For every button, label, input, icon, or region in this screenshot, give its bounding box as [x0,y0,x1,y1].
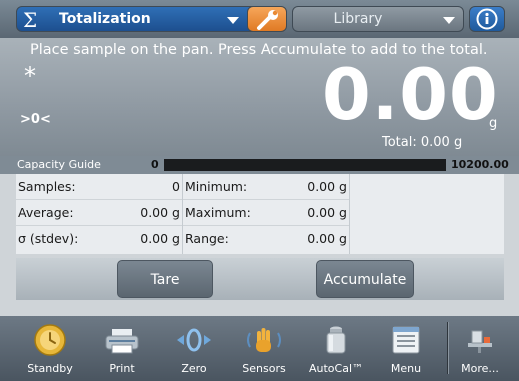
stat-value: 0.00 g [140,231,180,246]
settings-wrench-button[interactable] [247,6,287,32]
info-icon [476,8,498,30]
stat-label: Minimum: [185,179,248,194]
top-bar: Σ Totalization Library [0,0,519,38]
sensors-label: Sensors [242,362,286,375]
autocal-button[interactable]: AutoCal™ [304,316,368,381]
statistics-panel: Samples: 0 Average: 0.00 g σ (stdev): 0.… [16,174,504,254]
stat-label: σ (stdev): [18,231,79,246]
more-button[interactable]: More... [448,316,512,381]
standby-button[interactable]: Standby [18,316,82,381]
accumulate-button[interactable]: Accumulate [316,260,414,298]
weight-unit[interactable]: g [489,116,497,131]
standby-icon [34,324,66,356]
stat-label: Samples: [18,179,76,194]
stat-value: 0.00 g [307,231,347,246]
application-name: Totalization [59,11,151,27]
menu-label: Menu [390,362,422,375]
zero-label: Zero [181,362,207,375]
printer-icon [105,329,139,354]
stat-row: σ (stdev): 0.00 g [16,226,182,252]
stable-indicator: * [24,62,36,90]
more-label: More... [461,362,499,375]
capacity-min: 0 [151,158,159,171]
stat-row: Minimum: 0.00 g [183,174,349,200]
sensors-button[interactable]: Sensors [232,316,296,381]
library-label: Library [333,11,383,27]
more-icon [468,330,492,353]
bottom-toolbar: Standby Print Zero Sensors AutoCal™ Menu… [0,316,519,381]
stat-row: Average: 0.00 g [16,200,182,226]
capacity-guide: Capacity Guide 0 10200.00 [0,156,519,174]
scale-screen: Σ Totalization Library Place sample on t… [0,0,519,381]
wrench-icon [257,10,278,30]
chevron-down-icon [443,17,455,24]
stat-label: Average: [18,205,74,220]
stat-row: Maximum: 0.00 g [183,200,349,226]
stat-row: Samples: 0 [16,174,182,200]
zero-indicator: >0< [20,112,51,127]
sigma-icon: Σ [23,8,38,32]
stats-column-right: Minimum: 0.00 g Maximum: 0.00 g Range: 0… [183,174,350,254]
standby-label: Standby [27,362,73,375]
calibration-weight-icon [326,326,346,354]
menu-button[interactable]: Menu [374,316,438,381]
stat-value: 0 [172,179,180,194]
capacity-max: 10200.00 [451,158,509,171]
stat-label: Range: [185,231,229,246]
application-select[interactable]: Σ Totalization [16,6,262,32]
weight-readout: 0.00 [322,54,499,136]
print-label: Print [109,362,135,375]
autocal-label: AutoCal™ [308,362,364,375]
stat-value: 0.00 g [307,179,347,194]
stat-row: Range: 0.00 g [183,226,349,252]
stat-value: 0.00 g [307,205,347,220]
weight-display: Place sample on the pan. Press Accumulat… [0,38,519,156]
stat-label: Maximum: [185,205,251,220]
capacity-bar [164,159,446,171]
print-button[interactable]: Print [90,316,154,381]
zero-button[interactable]: Zero [162,316,226,381]
capacity-guide-label: Capacity Guide [17,158,101,171]
tare-button[interactable]: Tare [117,260,213,298]
zero-icon [177,328,211,352]
total-readout: Total: 0.00 g [382,135,463,150]
library-select[interactable]: Library [292,6,464,32]
stat-value: 0.00 g [140,205,180,220]
stats-column-left: Samples: 0 Average: 0.00 g σ (stdev): 0.… [16,174,183,254]
info-button[interactable] [469,6,505,32]
hand-sensor-icon [247,328,281,352]
menu-icon [392,326,420,354]
chevron-down-icon [227,17,239,24]
action-bar: Tare Accumulate [16,258,504,300]
